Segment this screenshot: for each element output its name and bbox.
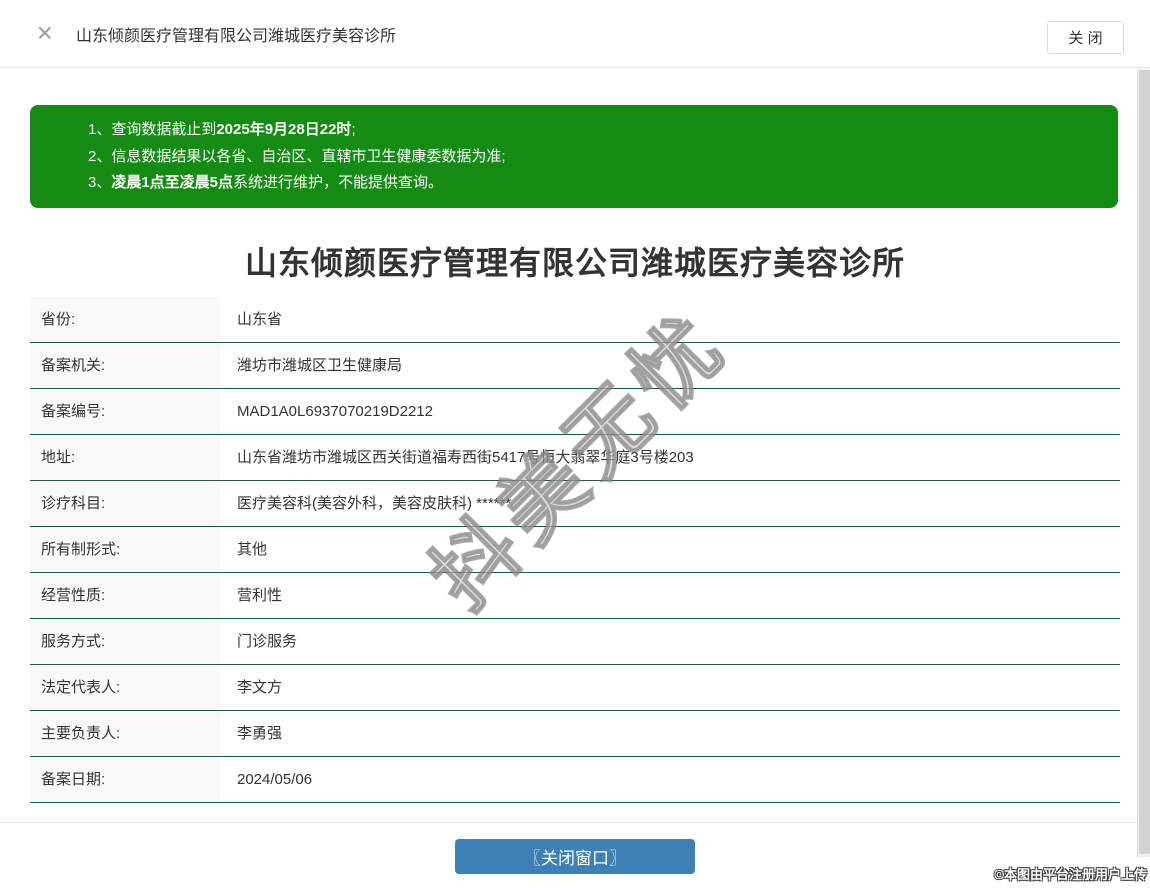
row-label: 主要负责人: (30, 711, 220, 756)
table-row-filing-authority: 备案机关: 潍坊市潍城区卫生健康局 (30, 343, 1120, 389)
notice-line-2: 2、信息数据结果以各省、自治区、直辖市卫生健康委数据为准; (88, 147, 506, 165)
close-window-button[interactable]: 〖关闭窗口〗 (455, 839, 695, 874)
table-row-business-nature: 经营性质: 营利性 (30, 573, 1120, 619)
scrollbar-track[interactable] (1137, 69, 1150, 857)
row-label: 诊疗科目: (30, 481, 220, 526)
notice-line-1-prefix: 1、查询数据截止到 (88, 121, 217, 138)
notice-line-3-suffix: 系统进行维护，不能提供查询。 (233, 174, 444, 191)
notice-line-1-bold: 2025年9月28日22时 (216, 121, 352, 138)
row-label: 备案日期: (30, 757, 220, 802)
notice-line-3-bold: 凌晨1点至凌晨5点 (111, 174, 234, 191)
table-row-medical-subjects: 诊疗科目: 医疗美容科(美容外科，美容皮肤科) ****** (30, 481, 1120, 527)
table-row-address: 地址: 山东省潍坊市潍城区西关街道福寿西街5417号恒大翡翠华庭3号楼203 (30, 435, 1120, 481)
scrollbar-thumb[interactable] (1139, 70, 1150, 854)
row-label: 备案编号: (30, 389, 220, 434)
page-title: 山东倾颜医疗管理有限公司潍城医疗美容诊所 (244, 245, 905, 281)
table-row-filing-number: 备案编号: MAD1A0L6937070219D2212 (30, 389, 1120, 435)
row-value: 潍坊市潍城区卫生健康局 (237, 357, 403, 374)
table-row-province: 省份: 山东省 (30, 297, 1120, 343)
table-row-ownership: 所有制形式: 其他 (30, 527, 1120, 573)
row-label: 省份: (30, 297, 220, 342)
row-value: 山东省 (237, 311, 283, 328)
row-label: 备案机关: (30, 343, 220, 388)
row-value: 门诊服务 (237, 633, 298, 650)
close-x-icon[interactable]: ✕ (36, 23, 54, 44)
notice-line-1: 1、查询数据截止到2025年9月28日22时; (88, 117, 1098, 144)
row-label: 经营性质: (30, 573, 220, 618)
table-row-filing-date: 备案日期: 2024/05/06 (30, 757, 1120, 803)
table-row-service-mode: 服务方式: 门诊服务 (30, 619, 1120, 665)
content-bottom-divider (0, 822, 1150, 823)
table-row-legal-representative: 法定代表人: 李文方 (30, 665, 1120, 711)
upload-credit-watermark: ©本图由平台注册用户上传 (994, 867, 1147, 882)
row-value: 山东省潍坊市潍城区西关街道福寿西街5417号恒大翡翠华庭3号楼203 (237, 449, 694, 466)
header-close-button[interactable]: 关 闭 (1047, 21, 1124, 54)
notice-banner: 1、查询数据截止到2025年9月28日22时; 2、信息数据结果以各省、自治区、… (30, 105, 1118, 208)
row-label: 服务方式: (30, 619, 220, 664)
table-row-principal: 主要负责人: 李勇强 (30, 711, 1120, 757)
notice-line-1-suffix: ; (351, 121, 356, 138)
row-value: 2024/05/06 (237, 771, 313, 788)
notice-line-3: 3、凌晨1点至凌晨5点系统进行维护，不能提供查询。 (88, 170, 1098, 197)
notice-line-3-prefix: 3、 (88, 174, 112, 191)
row-label: 所有制形式: (30, 527, 220, 572)
row-value: MAD1A0L6937070219D2212 (237, 403, 433, 420)
row-label: 法定代表人: (30, 665, 220, 710)
row-value: 营利性 (237, 587, 283, 604)
modal-title: 山东倾颜医疗管理有限公司潍城医疗美容诊所 (76, 27, 397, 45)
row-value: 李勇强 (237, 725, 283, 742)
record-info-table: 省份: 山东省 备案机关: 潍坊市潍城区卫生健康局 备案编号: MAD1A0L6… (30, 297, 1120, 803)
row-label: 地址: (30, 435, 220, 480)
row-value: 医疗美容科(美容外科，美容皮肤科) ****** (237, 495, 512, 512)
row-value: 其他 (237, 541, 268, 558)
row-value: 李文方 (237, 679, 283, 696)
modal-header: ✕ 山东倾颜医疗管理有限公司潍城医疗美容诊所 关 闭 (0, 0, 1150, 68)
